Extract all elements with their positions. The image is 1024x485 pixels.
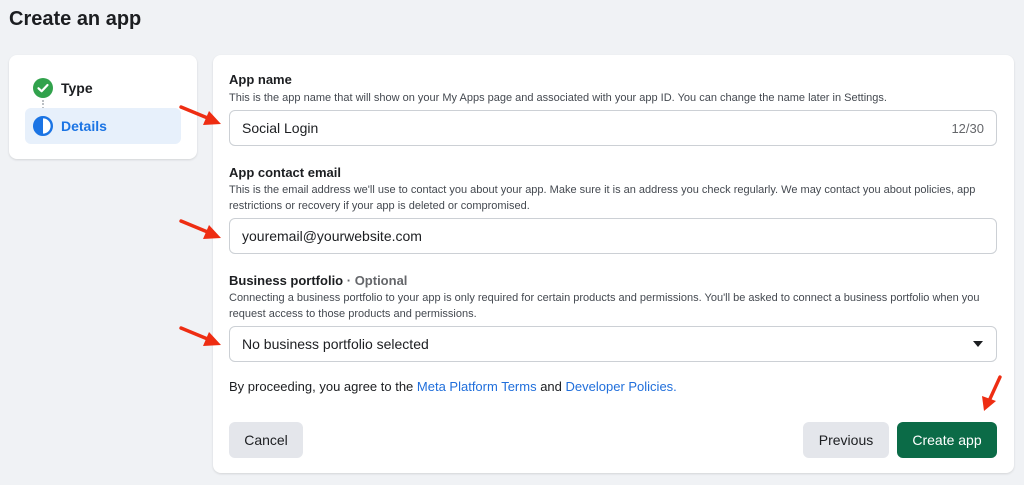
business-portfolio-select[interactable]: No business portfolio selected: [229, 326, 997, 362]
details-form-card: App name This is the app name that will …: [213, 55, 1014, 473]
contact-email-value: youremail@yourwebsite.com: [242, 228, 422, 244]
contact-email-input[interactable]: youremail@yourwebsite.com: [229, 218, 997, 254]
contact-email-description: This is the email address we'll use to c…: [229, 184, 976, 212]
meta-platform-terms-link[interactable]: Meta Platform Terms: [417, 379, 537, 394]
previous-button[interactable]: Previous: [803, 422, 889, 458]
terms-middle: and: [536, 379, 566, 394]
step-label: Type: [61, 80, 93, 96]
business-portfolio-label-text: Business portfolio: [229, 273, 344, 288]
business-portfolio-selected: No business portfolio selected: [242, 336, 429, 352]
caret-down-icon: [973, 341, 983, 347]
step-type[interactable]: Type: [25, 70, 181, 106]
terms-prefix: By proceeding, you agree to the: [229, 379, 417, 394]
annotation-arrow-icon: [982, 375, 1002, 411]
optional-tag: · Optional: [346, 273, 408, 288]
terms-notice: By proceeding, you agree to the Meta Pla…: [229, 379, 677, 394]
check-circle-icon: [33, 78, 53, 98]
cancel-button[interactable]: Cancel: [229, 422, 303, 458]
contact-email-label: App contact email: [229, 165, 341, 180]
annotation-arrow-icon: [179, 219, 221, 239]
character-counter: 12/30: [951, 120, 984, 136]
app-name-input[interactable]: Social Login 12/30: [229, 110, 997, 146]
step-details[interactable]: Details: [25, 108, 181, 144]
stepper-panel: Type Details: [9, 55, 197, 159]
business-portfolio-description: Connecting a business portfolio to your …: [229, 292, 980, 320]
app-name-value: Social Login: [242, 120, 319, 136]
annotation-arrow-icon: [179, 326, 221, 346]
half-circle-icon: [33, 116, 53, 136]
create-app-button[interactable]: Create app: [897, 422, 997, 458]
app-name-label: App name: [229, 72, 292, 87]
app-name-description: This is the app name that will show on y…: [229, 92, 887, 104]
business-portfolio-label: Business portfolio · Optional: [229, 273, 407, 288]
step-label: Details: [61, 118, 107, 134]
developer-policies-link[interactable]: Developer Policies.: [566, 379, 677, 394]
page-title: Create an app: [9, 8, 142, 30]
annotation-arrow-icon: [179, 105, 221, 125]
